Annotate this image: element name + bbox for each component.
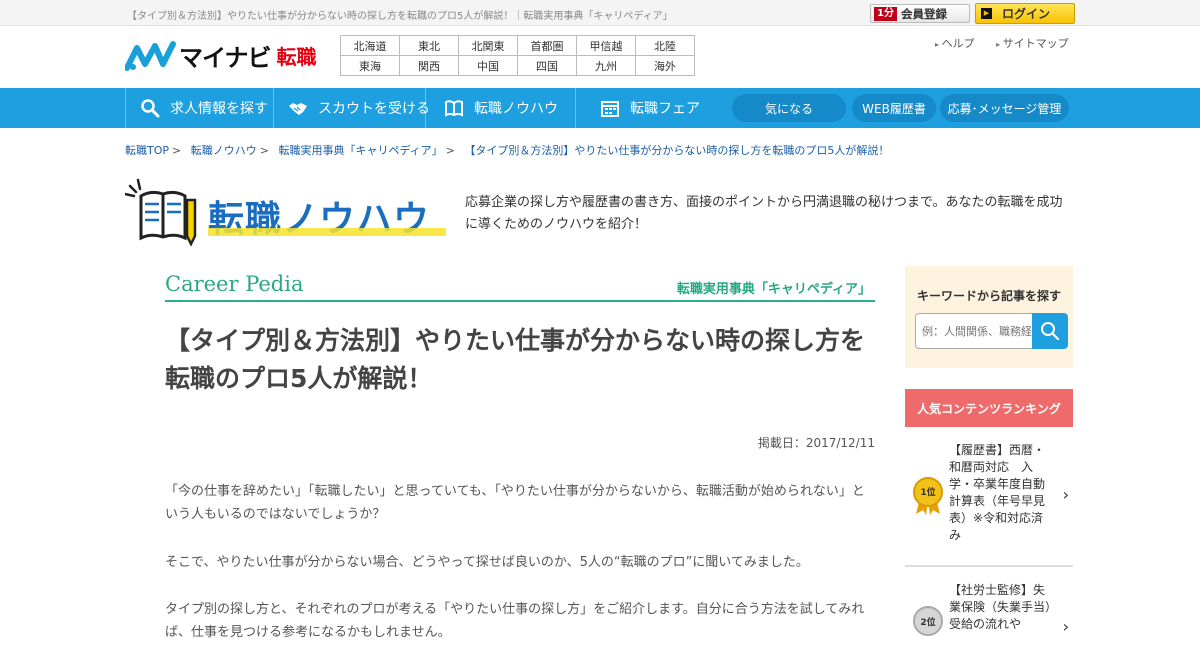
region-table: 北海道 東北 北関東 首都圏 甲信越 北陸 東海 関西 中国 四国 九州 海外 — [340, 35, 695, 76]
region-link[interactable]: 中国 — [458, 55, 518, 76]
mynavi-logo-icon — [125, 40, 176, 71]
article-date: 掲載日：2017/12/11 — [757, 436, 875, 450]
arrow-right-icon: ▶ — [981, 8, 992, 19]
nav-scout[interactable]: スカウトを受ける — [273, 88, 430, 128]
favorites-button[interactable]: 気になる — [732, 94, 846, 122]
region-link[interactable]: 北陸 — [635, 35, 695, 56]
section-title-en: Career Pedia — [165, 272, 304, 296]
nav-label: 転職フェア — [630, 101, 700, 117]
nav-label: スカウトを受ける — [318, 101, 430, 117]
search-label: キーワードから記事を探す — [916, 289, 1061, 303]
web-resume-button[interactable]: WEB履歴書 — [852, 94, 936, 122]
ranking-text: 【社労士監修】失業保険（失業手当）受給の流れや — [949, 583, 1052, 631]
logo-brand: マイナビ — [179, 44, 272, 72]
region-link[interactable]: 甲信越 — [576, 35, 636, 56]
ranking-item[interactable]: 1位 【履歴書】西暦・和暦両対応 入学・卒業年度自動計算表（年号早見表）※令和対… — [905, 430, 1073, 566]
region-link[interactable]: 四国 — [517, 55, 577, 76]
region-link[interactable]: 東北 — [399, 35, 459, 56]
hero-description: 応募企業の探し方や履歴書の書き方、面接のポイントから円満退職の秘けつまで。あなた… — [465, 195, 1063, 232]
book-pencil-icon — [125, 178, 197, 247]
chevron-right-icon: › — [1062, 617, 1069, 636]
keyword-search-box: キーワードから記事を探す — [905, 266, 1073, 368]
global-nav: 求人情報を探す スカウトを受ける 転職ノウハウ 転職フェア 気になる WEB履歴… — [0, 88, 1200, 128]
register-button[interactable]: 1分 会員登録 — [870, 4, 970, 23]
message-manage-button[interactable]: 応募･メッセージ管理 — [940, 94, 1069, 122]
article-paragraph: タイプ別の探し方と、それぞれのプロが考える「やりたい仕事の探し方」をご紹介します… — [165, 602, 865, 640]
breadcrumb: 転職TOP > 転職ノウハウ > 転職実用事典「キャリペディア」 > 【タイプ別＆方法… — [125, 144, 890, 157]
article-paragraph: そこで、やりたい仕事が分からない場合、どうやって探せば良いのか、5人の“転職のプ… — [165, 555, 809, 570]
ranking-item[interactable]: 2位 【社労士監修】失業保険（失業手当）受給の流れや › — [905, 566, 1073, 636]
search-button[interactable] — [1032, 313, 1068, 349]
article-paragraph: 「今の仕事を辞めたい」「転職したい」と思っていても、「やりたい仕事が分からないか… — [165, 484, 865, 522]
ranking-header: 人気コンテンツランキング — [905, 389, 1073, 427]
nav-fair[interactable]: 転職フェア — [575, 88, 725, 128]
register-badge: 1分 — [874, 6, 897, 21]
region-link[interactable]: 北関東 — [458, 35, 518, 56]
search-icon — [1041, 322, 1060, 341]
breadcrumb-link[interactable]: 転職ノウハウ — [191, 144, 257, 157]
book-icon — [445, 100, 463, 117]
help-link[interactable]: ヘルプ — [935, 37, 975, 50]
chevron-right-icon: › — [1062, 485, 1069, 504]
nav-knowhow[interactable]: 転職ノウハウ — [425, 88, 575, 128]
section-header: Career Pedia 転職実用事典「キャリペディア」 — [165, 270, 875, 302]
register-label: 会員登録 — [900, 6, 947, 21]
region-link[interactable]: 北海道 — [340, 35, 400, 56]
top-bar: 【タイプ別＆方法別】やりたい仕事が分からない時の探し方を転職のプロ5人が解説！｜… — [0, 0, 1200, 26]
breadcrumb-current[interactable]: 【タイプ別＆方法別】やりたい仕事が分からない時の探し方を転職のプロ5人が解説！ — [464, 144, 889, 157]
handshake-icon — [289, 103, 307, 115]
region-link[interactable]: 九州 — [576, 55, 636, 76]
sitemap-link[interactable]: サイトマップ — [996, 37, 1069, 50]
nav-label: 求人情報を探す — [170, 101, 268, 117]
login-label: ログイン — [1002, 7, 1051, 21]
login-button[interactable]: ▶ ログイン — [975, 3, 1075, 24]
rank-number: 2位 — [920, 618, 936, 628]
calendar-icon — [601, 101, 619, 117]
breadcrumb-link[interactable]: 転職実用事典「キャリペディア」 — [278, 144, 442, 157]
region-link[interactable]: 海外 — [635, 55, 695, 76]
nav-label: 転職ノウハウ — [474, 101, 558, 117]
region-link[interactable]: 首都圏 — [517, 35, 577, 56]
section-title-jp[interactable]: 転職実用事典「キャリペディア」 — [677, 278, 871, 297]
header-links: ヘルプ サイトマップ — [935, 35, 1087, 51]
region-link[interactable]: 東海 — [340, 55, 400, 76]
breadcrumb-link[interactable]: 転職TOP — [125, 144, 169, 157]
hero-underline — [208, 228, 446, 236]
logo-sub: 転職 — [276, 45, 317, 69]
page-title-text: 【タイプ別＆方法別】やりたい仕事が分からない時の探し方を転職のプロ5人が解説！｜… — [127, 11, 673, 22]
rank-number: 1位 — [920, 488, 936, 498]
region-link[interactable]: 関西 — [399, 55, 459, 76]
ranking-text: 【履歴書】西暦・和暦両対応 入学・卒業年度自動計算表（年号早見表）※令和対応済み — [949, 443, 1046, 542]
article-title: 【タイプ別＆方法別】やりたい仕事が分からない時の探し方を転職のプロ5人が解説！ — [165, 326, 866, 393]
nav-job-search[interactable]: 求人情報を探す — [125, 88, 273, 128]
site-logo[interactable]: マイナビ 転職 — [125, 38, 317, 73]
search-icon — [141, 99, 160, 118]
